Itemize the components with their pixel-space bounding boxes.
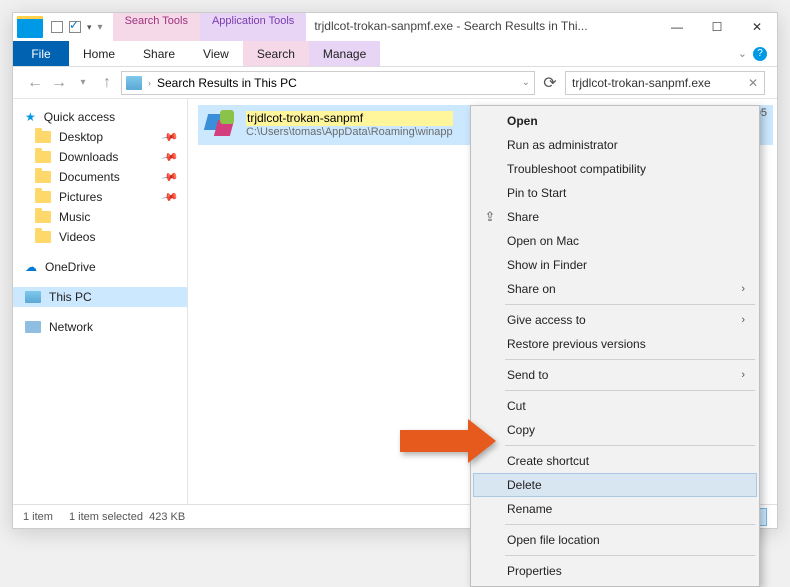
sidebar-item-desktop[interactable]: Desktop📌 [13,127,187,147]
refresh-button[interactable]: ⟳ [539,73,561,93]
pin-icon: 📌 [161,148,180,167]
close-button[interactable]: ✕ [737,13,777,41]
pc-icon [126,76,142,90]
onedrive-icon: ☁ [25,260,37,274]
context-tab-search-tools: Search Tools [113,13,200,41]
navigation-pane: ★ Quick access Desktop📌 Downloads📌 Docum… [13,99,188,504]
cm-create-shortcut[interactable]: Create shortcut [473,449,757,473]
cm-share[interactable]: ⇪Share [473,205,757,229]
folder-icon [35,211,51,223]
folder-icon [35,171,51,183]
cm-run-as-admin[interactable]: Run as administrator [473,133,757,157]
sidebar-item-videos[interactable]: Videos [13,227,187,247]
tab-share[interactable]: Share [129,41,189,66]
sidebar-item-documents[interactable]: Documents📌 [13,167,187,187]
status-selected: 1 item selected 423 KB [69,511,185,523]
up-button[interactable]: ↑ [97,73,117,93]
chevron-right-icon: › [741,369,745,381]
sidebar-item-music[interactable]: Music [13,207,187,227]
cm-separator [505,524,755,525]
tab-view[interactable]: View [189,41,243,66]
cm-separator [505,359,755,360]
cm-pin-to-start[interactable]: Pin to Start [473,181,757,205]
cm-copy[interactable]: Copy [473,418,757,442]
context-tab-application-tools: Application Tools [200,13,306,41]
pin-icon: 📌 [161,168,180,187]
qat-dropdown-icon[interactable]: ▾ [87,22,92,33]
search-input[interactable]: trjdlcot-trokan-sanpmf.exe ✕ [565,71,765,95]
title-bar: ▾ ▾ Search Tools Application Tools trjdl… [13,13,777,41]
cm-restore-versions[interactable]: Restore previous versions [473,332,757,356]
sidebar-network[interactable]: Network [13,317,187,337]
breadcrumb[interactable]: Search Results in This PC [157,76,297,90]
chevron-right-icon: › [741,283,745,295]
context-menu: Open Run as administrator Troubleshoot c… [470,105,760,587]
sidebar-item-downloads[interactable]: Downloads📌 [13,147,187,167]
tab-manage[interactable]: Manage [309,41,380,66]
sidebar-onedrive[interactable]: ☁OneDrive [13,257,187,277]
help-icon[interactable]: ? [753,47,767,61]
cm-cut[interactable]: Cut [473,394,757,418]
cm-troubleshoot[interactable]: Troubleshoot compatibility [473,157,757,181]
cm-open-file-location[interactable]: Open file location [473,528,757,552]
window-title: trjdlcot-trokan-sanpmf.exe - Search Resu… [306,13,657,41]
cm-rename[interactable]: Rename [473,497,757,521]
cm-open-on-mac[interactable]: Open on Mac [473,229,757,253]
pc-icon [25,291,41,303]
annotation-arrow [400,430,470,452]
sidebar-this-pc[interactable]: This PC [13,287,187,307]
forward-button[interactable]: → [49,73,69,93]
chevron-right-icon: › [741,314,745,326]
qat-overflow[interactable]: ▾ [98,22,103,33]
cm-separator [505,445,755,446]
folder-icon [35,191,51,203]
recent-dropdown[interactable]: ▾ [73,73,93,93]
pin-icon: 📌 [161,128,180,147]
network-icon [25,321,41,333]
address-bar: ← → ▾ ↑ › Search Results in This PC ⌄ ⟳ … [13,67,777,99]
cm-send-to[interactable]: Send to› [473,363,757,387]
app-icon [17,16,43,38]
clear-search-icon[interactable]: ✕ [748,76,758,90]
tab-home[interactable]: Home [69,41,129,66]
cm-delete[interactable]: Delete [473,473,757,497]
pin-icon: 📌 [161,188,180,207]
cm-separator [505,304,755,305]
sidebar-quick-access[interactable]: ★ Quick access [13,107,187,127]
cm-properties[interactable]: Properties [473,559,757,583]
cm-separator [505,555,755,556]
sidebar-item-pictures[interactable]: Pictures📌 [13,187,187,207]
cm-show-in-finder[interactable]: Show in Finder [473,253,757,277]
maximize-button[interactable]: ☐ [697,13,737,41]
cm-share-on[interactable]: Share on› [473,277,757,301]
tab-file[interactable]: File [13,41,69,66]
share-icon: ⇪ [481,209,499,225]
qat-checkbox-2[interactable] [69,21,81,33]
folder-icon [35,231,51,243]
cm-open[interactable]: Open [473,109,757,133]
file-path: C:\Users\tomas\AppData\Roaming\winapp [246,126,453,140]
qat-checkbox-1[interactable] [51,21,63,33]
back-button[interactable]: ← [25,73,45,93]
status-item-count: 1 item [23,511,53,523]
cm-give-access-to[interactable]: Give access to› [473,308,757,332]
star-icon: ★ [25,110,36,124]
tab-search[interactable]: Search [243,41,309,66]
minimize-button[interactable]: — [657,13,697,41]
ribbon-tabs: File Home Share View Search Manage ⌄ ? [13,41,777,67]
folder-icon [35,151,51,163]
breadcrumb-sep-icon: › [148,78,151,88]
address-input[interactable]: › Search Results in This PC ⌄ [121,71,535,95]
cm-separator [505,390,755,391]
file-name: trjdlcot-trokan-sanpmf [246,111,453,126]
address-dropdown-icon[interactable]: ⌄ [522,77,530,88]
ribbon-expand-icon[interactable]: ⌄ [738,47,747,60]
application-icon [206,110,236,140]
folder-icon [35,131,51,143]
